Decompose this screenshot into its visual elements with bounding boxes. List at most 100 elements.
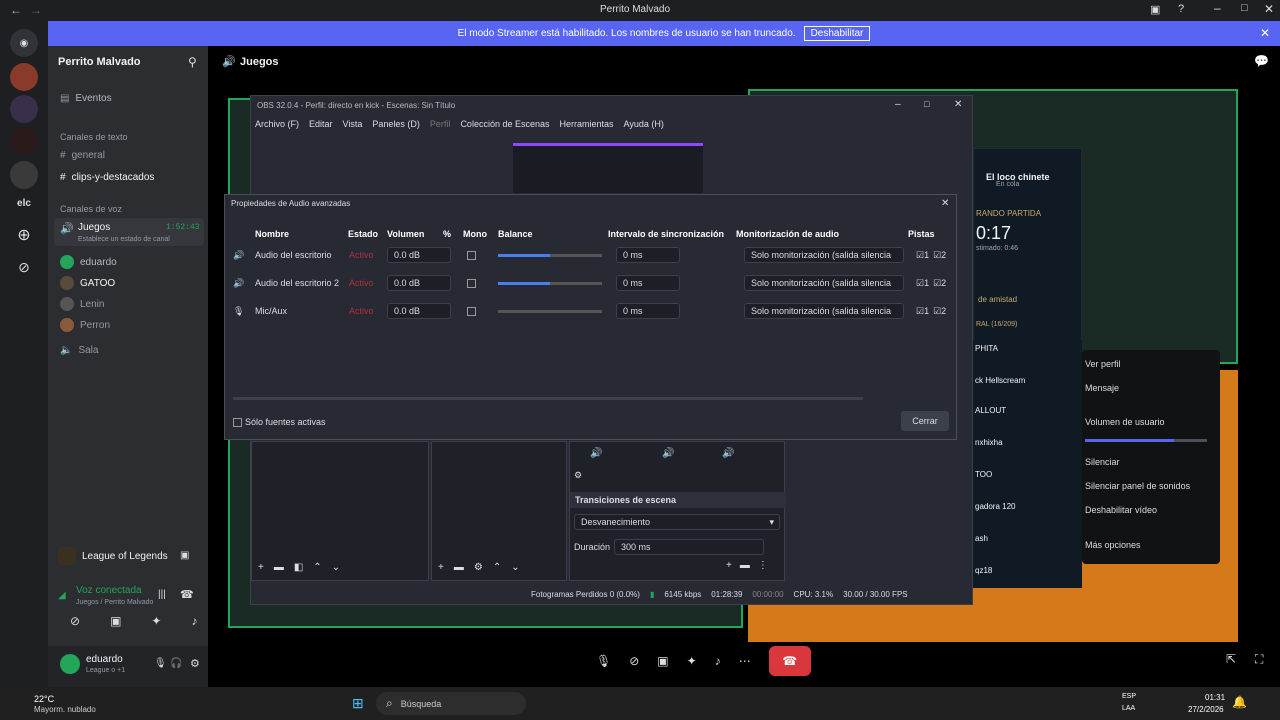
menu-paneles[interactable]: Paneles (D) bbox=[372, 119, 420, 133]
maximize-icon[interactable]: □ bbox=[924, 99, 929, 109]
headphones-icon[interactable]: 🎧 bbox=[170, 658, 182, 669]
more-icon[interactable]: ⋯ bbox=[739, 654, 751, 668]
maximize-icon[interactable]: □ bbox=[1241, 2, 1248, 14]
track-1-checkbox[interactable]: ☑ bbox=[916, 306, 924, 317]
sync-input[interactable]: 0 ms bbox=[616, 247, 680, 263]
volume-slider[interactable] bbox=[1085, 439, 1207, 442]
back-icon[interactable]: ← bbox=[10, 3, 22, 17]
add-icon[interactable]: + bbox=[726, 560, 732, 571]
monitor-select[interactable]: Solo monitorización (salida silencia bbox=[744, 247, 904, 263]
gear-icon[interactable]: ⚙ bbox=[474, 562, 483, 573]
balance-slider[interactable] bbox=[498, 253, 602, 257]
close-icon[interactable]: ✕ bbox=[954, 99, 962, 110]
noise-icon[interactable]: ||| bbox=[158, 589, 166, 600]
minimize-icon[interactable]: – bbox=[895, 99, 901, 110]
server-icon[interactable] bbox=[10, 95, 38, 123]
menu-editar[interactable]: Editar bbox=[309, 119, 333, 133]
mic-icon[interactable]: 🎙 bbox=[233, 306, 255, 317]
menu-mute[interactable]: Silenciar bbox=[1085, 457, 1120, 467]
clock-time[interactable]: 01:31 bbox=[1205, 693, 1225, 702]
server-icon[interactable] bbox=[10, 161, 38, 189]
voice-member[interactable]: Perron bbox=[60, 318, 110, 332]
server-icon[interactable] bbox=[10, 127, 38, 155]
voice-member[interactable]: GATOO bbox=[60, 276, 115, 290]
menu-more-options[interactable]: Más opciones bbox=[1085, 540, 1141, 550]
volume-input[interactable]: 0.0 dB bbox=[387, 303, 451, 319]
balance-slider[interactable] bbox=[498, 281, 602, 285]
sync-input[interactable]: 0 ms bbox=[616, 303, 680, 319]
speaker-icon[interactable]: 🔊 bbox=[233, 250, 255, 261]
text-category[interactable]: Canales de texto bbox=[60, 132, 128, 142]
invite-icon[interactable]: ⚲ bbox=[188, 55, 197, 69]
video-off-icon[interactable]: ⊘ bbox=[629, 654, 639, 668]
menu-archivo[interactable]: Archivo (F) bbox=[255, 119, 299, 133]
channel-status[interactable]: Establece un estado de canal bbox=[78, 236, 170, 243]
filter-icon[interactable]: ◧ bbox=[294, 562, 303, 573]
discord-home-icon[interactable]: ◉ bbox=[10, 29, 38, 57]
trash-icon[interactable]: ▬ bbox=[454, 562, 464, 573]
menu-perfil[interactable]: Perfil bbox=[430, 119, 451, 133]
down-icon[interactable]: ⌄ bbox=[511, 562, 519, 573]
voice-channel-active[interactable]: 🔊 Juegos 1:52:43 Establece un estado de … bbox=[54, 218, 204, 246]
track-2-checkbox[interactable]: ☑ bbox=[933, 250, 941, 261]
notification-icon[interactable]: 🔔 bbox=[1232, 695, 1247, 709]
add-server-icon[interactable]: ⊕ bbox=[10, 221, 38, 249]
menu-herramientas[interactable]: Herramientas bbox=[560, 119, 614, 133]
mixer-settings-icon[interactable]: ⚙ bbox=[574, 470, 582, 481]
language-1[interactable]: ESP bbox=[1122, 693, 1136, 700]
menu-mute-soundboard[interactable]: Silenciar panel de sonidos bbox=[1085, 481, 1190, 491]
lol-friend[interactable]: TOO bbox=[975, 470, 992, 479]
help-icon[interactable]: ? bbox=[1178, 3, 1184, 15]
activities-icon[interactable]: ✦ bbox=[151, 614, 161, 634]
obs-preview[interactable] bbox=[513, 143, 703, 193]
track-2-checkbox[interactable]: ☑ bbox=[933, 306, 941, 317]
voice-category[interactable]: Canales de voz bbox=[60, 204, 122, 214]
discover-icon[interactable]: ⊘ bbox=[10, 253, 38, 281]
lol-friend[interactable]: ck Hellscream bbox=[975, 376, 1025, 385]
add-icon[interactable]: + bbox=[258, 562, 264, 573]
monitor-select[interactable]: Solo monitorización (salida silencia bbox=[744, 303, 904, 319]
mono-checkbox[interactable] bbox=[467, 306, 476, 316]
balance-slider[interactable] bbox=[498, 309, 602, 313]
trash-icon[interactable]: ▬ bbox=[274, 562, 284, 573]
mic-icon[interactable]: 🎙 bbox=[596, 654, 611, 668]
up-icon[interactable]: ⌃ bbox=[313, 562, 321, 573]
only-active-checkbox[interactable] bbox=[233, 418, 242, 427]
monitor-select[interactable]: Solo monitorización (salida silencia bbox=[744, 275, 904, 291]
soundboard-icon[interactable]: ♪ bbox=[191, 614, 197, 634]
disable-streamer-button[interactable]: Deshabilitar bbox=[803, 26, 871, 41]
lol-friend[interactable]: PHITA bbox=[975, 344, 998, 353]
lol-friend[interactable]: ALLOUT bbox=[975, 406, 1006, 415]
forward-icon[interactable]: → bbox=[30, 3, 42, 17]
close-icon[interactable]: ✕ bbox=[941, 198, 949, 209]
volume-input[interactable]: 0.0 dB bbox=[387, 275, 451, 291]
windows-start-icon[interactable]: ⊞ bbox=[352, 695, 364, 712]
mono-checkbox[interactable] bbox=[467, 278, 476, 288]
menu-view-profile[interactable]: Ver perfil bbox=[1085, 359, 1121, 369]
add-icon[interactable]: + bbox=[438, 562, 444, 573]
close-icon[interactable]: ✕ bbox=[1264, 2, 1274, 16]
menu-message[interactable]: Mensaje bbox=[1085, 383, 1119, 393]
up-icon[interactable]: ⌃ bbox=[493, 562, 501, 573]
menu-ayuda[interactable]: Ayuda (H) bbox=[624, 119, 664, 133]
lol-friend[interactable]: nxhixha bbox=[975, 438, 1003, 447]
menu-colecciones[interactable]: Colección de Escenas bbox=[460, 119, 549, 133]
server-elc[interactable]: elc bbox=[10, 189, 38, 217]
lol-friend[interactable]: ash bbox=[975, 534, 988, 543]
voice-member[interactable]: eduardo bbox=[60, 255, 117, 269]
language-2[interactable]: LAA bbox=[1122, 705, 1135, 712]
screen-share-icon[interactable]: ▣ bbox=[110, 614, 121, 634]
track-1-checkbox[interactable]: ☑ bbox=[916, 250, 924, 261]
inbox-icon[interactable]: ▣ bbox=[1150, 3, 1160, 16]
speaker-icon[interactable]: 🔊 bbox=[233, 278, 255, 289]
events-item[interactable]: ▤ Eventos bbox=[60, 93, 112, 104]
sync-input[interactable]: 0 ms bbox=[616, 275, 680, 291]
voice-channel-sala[interactable]: 🔈 Sala bbox=[60, 345, 98, 356]
signal-icon[interactable]: ◢ bbox=[58, 590, 66, 601]
search-box[interactable]: ⌕ Búsqueda bbox=[376, 692, 526, 715]
server-name[interactable]: Perrito Malvado bbox=[58, 56, 141, 68]
trash-icon[interactable]: ▬ bbox=[740, 560, 750, 571]
settings-icon[interactable]: ⚙ bbox=[190, 657, 200, 670]
mono-checkbox[interactable] bbox=[467, 250, 476, 260]
popout-icon[interactable]: ⇱ bbox=[1226, 652, 1236, 666]
